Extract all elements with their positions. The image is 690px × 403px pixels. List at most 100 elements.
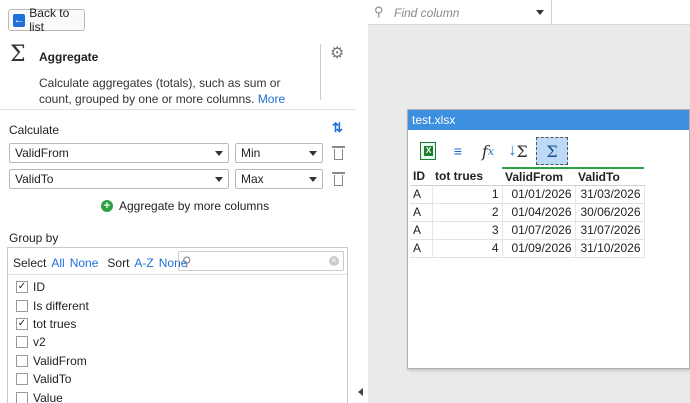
table-cell: A [410, 239, 433, 258]
table-cell: 31/07/2026 [575, 221, 645, 240]
chevron-down-icon [215, 151, 223, 156]
group-by-item[interactable]: ValidTo [16, 370, 89, 388]
sort-sum-icon[interactable]: ↓ Σ [506, 139, 530, 163]
sort-az-link[interactable]: A-Z [134, 256, 153, 270]
gear-icon[interactable]: ⚙ [330, 46, 346, 62]
checkbox[interactable] [16, 373, 28, 386]
group-by-label: Group by [9, 231, 59, 245]
group-by-item-label: ID [33, 280, 45, 295]
chevron-down-icon[interactable] [536, 10, 544, 15]
filter-columns-icon[interactable]: ≡ [446, 139, 470, 163]
plus-icon: + [101, 200, 113, 212]
chevron-down-icon [309, 151, 317, 156]
description-text: Calculate aggregates (totals), such as s… [39, 76, 281, 106]
table-cell: 31/03/2026 [575, 185, 645, 204]
group-by-item[interactable]: ✓ ID [16, 278, 89, 296]
select-all-link[interactable]: All [51, 256, 64, 270]
group-by-search-input[interactable]: ⚲ × [178, 251, 344, 271]
formula-icon[interactable]: fx [476, 139, 500, 163]
aggregate-panel: ← Back to list Σ Aggregate ⚙ Calculate a… [0, 0, 356, 403]
checkbox[interactable] [16, 391, 28, 403]
calc-column-value-2: ValidTo [15, 172, 54, 186]
back-button-label: Back to list [29, 6, 70, 34]
table-row: A 1 01/01/2026 31/03/2026 [410, 185, 645, 204]
table-cell: 01/09/2026 [502, 239, 576, 258]
find-bar-divider [551, 0, 552, 25]
table-header-row: ID tot trues ValidFrom ValidTo [410, 167, 644, 186]
group-by-item-label: ValidTo [33, 372, 72, 387]
calc-function-value-1: Min [241, 146, 261, 160]
trash-icon[interactable] [332, 171, 345, 187]
search-icon: ⚲ [182, 254, 192, 269]
group-by-item[interactable]: Is different [16, 296, 89, 314]
back-to-list-button[interactable]: ← Back to list [8, 6, 85, 34]
table-cell: 2 [432, 203, 503, 222]
group-by-item-label: Is different [33, 298, 89, 313]
more-link[interactable]: More [258, 92, 285, 106]
sort-order-icon[interactable]: ⇅ [332, 120, 346, 136]
group-by-item[interactable]: Value [16, 388, 89, 403]
select-label: Select [13, 256, 47, 270]
chevron-down-icon [215, 177, 223, 182]
table-cell: 1 [432, 185, 503, 204]
sigma-icon: Σ [10, 42, 26, 67]
sort-label: Sort [107, 256, 130, 270]
group-by-item-label: Value [33, 390, 63, 403]
checkbox[interactable]: ✓ [16, 317, 28, 330]
checkbox[interactable] [16, 299, 28, 312]
search-icon: ⚲ [374, 4, 384, 19]
excel-export-icon[interactable] [416, 139, 440, 163]
trash-icon[interactable] [332, 145, 345, 161]
group-by-item[interactable]: ValidFrom [16, 352, 89, 370]
aggregate-more-button[interactable]: + Aggregate by more columns [101, 199, 269, 213]
table-row: A 3 01/07/2026 31/07/2026 [410, 221, 645, 240]
column-header[interactable]: ValidTo [575, 167, 644, 186]
group-by-items: ✓ ID Is different ✓ tot trues v2 ValidFr… [16, 278, 89, 403]
calc-column-select-2[interactable]: ValidTo [9, 169, 229, 189]
calc-function-value-2: Max [241, 172, 264, 186]
checkbox[interactable] [16, 354, 28, 367]
clear-icon[interactable]: × [329, 256, 339, 266]
table-cell: 31/10/2026 [575, 239, 645, 258]
node-toolbar: ≡ fx ↓Σ Σ [416, 137, 568, 165]
checkbox[interactable] [16, 336, 28, 349]
table-row: A 2 01/04/2026 30/06/2026 [410, 203, 645, 222]
table-cell: 4 [432, 239, 503, 258]
table-cell: A [410, 185, 433, 204]
calculate-label: Calculate [9, 123, 60, 137]
table-cell: 30/06/2026 [575, 203, 645, 222]
group-by-toolbar: Select All None Sort A-Z None [13, 256, 187, 270]
find-column-input[interactable]: Find column [394, 6, 459, 20]
collapse-panel-icon[interactable] [358, 388, 363, 396]
column-header[interactable]: tot trues [432, 168, 502, 186]
table-cell: 01/07/2026 [502, 221, 576, 240]
section-divider [0, 109, 356, 110]
select-none-link[interactable]: None [70, 256, 99, 270]
group-by-item[interactable]: v2 [16, 333, 89, 351]
group-by-item-label: tot trues [33, 316, 77, 331]
table-cell: 01/01/2026 [502, 185, 576, 204]
group-by-item[interactable]: ✓ tot trues [16, 315, 89, 333]
data-table: ID tot trues ValidFrom ValidTo A 1 01/01… [410, 167, 645, 258]
calc-column-value-1: ValidFrom [15, 146, 69, 160]
checkbox[interactable]: ✓ [16, 281, 28, 294]
calc-function-select-1[interactable]: Min [235, 143, 323, 163]
table-cell: A [410, 203, 433, 222]
group-by-item-label: v2 [33, 335, 46, 350]
table-cell: 01/04/2026 [502, 203, 576, 222]
column-header[interactable]: ID [410, 168, 432, 186]
table-row: A 4 01/09/2026 31/10/2026 [410, 239, 645, 258]
table-cell: A [410, 221, 433, 240]
node-title[interactable]: test.xlsx [408, 110, 689, 130]
calc-function-select-2[interactable]: Max [235, 169, 323, 189]
group-by-divider [8, 274, 347, 275]
calc-column-select-1[interactable]: ValidFrom [9, 143, 229, 163]
aggregate-sigma-icon[interactable]: Σ [536, 137, 568, 165]
header-divider [320, 44, 321, 100]
panel-description: Calculate aggregates (totals), such as s… [39, 75, 309, 107]
find-column-bar: ⚲ Find column [368, 0, 690, 25]
chevron-down-icon [309, 177, 317, 182]
column-header[interactable]: ValidFrom [502, 167, 575, 186]
table-node[interactable]: test.xlsx ≡ fx ↓Σ Σ ID tot trues ValidFr… [407, 109, 690, 369]
table-cell: 3 [432, 221, 503, 240]
